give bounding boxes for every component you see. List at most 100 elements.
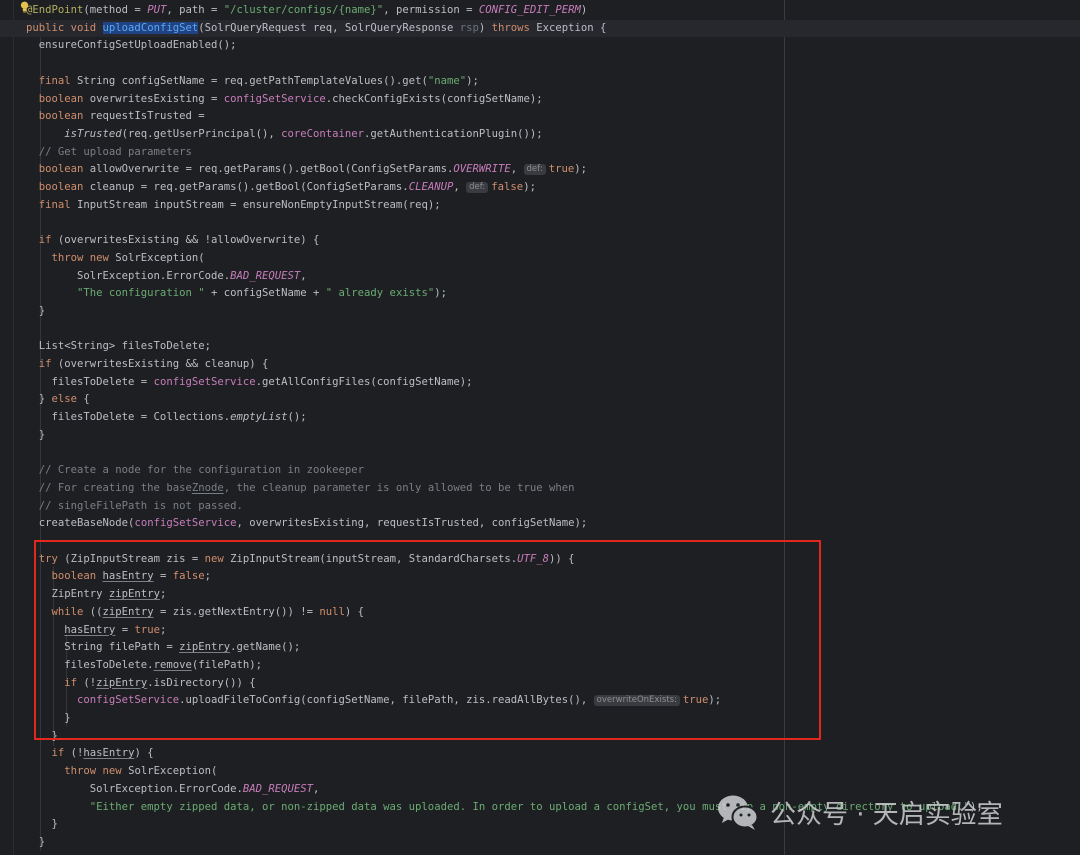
code-text: } [26, 728, 58, 746]
code-line[interactable]: try (ZipInputStream zis = new ZipInputSt… [0, 551, 1080, 569]
code-line[interactable]: isTrusted(req.getUserPrincipal(), coreCo… [0, 126, 1080, 144]
code-line[interactable]: } [0, 303, 1080, 321]
code-token: if [26, 747, 71, 760]
code-token: Exception { [536, 21, 607, 34]
code-token: + configSetName + [210, 287, 326, 300]
parameter-hint: def: [466, 182, 489, 193]
code-text: // Get upload parameters [26, 144, 192, 162]
code-line[interactable]: while ((zipEntry = zis.getNextEntry()) !… [0, 604, 1080, 622]
code-text: } [26, 303, 45, 321]
code-line[interactable]: } else { [0, 391, 1080, 409]
code-token: , overwritesExisting, requestIsTrusted, … [236, 517, 588, 530]
code-line[interactable] [0, 321, 1080, 339]
code-line[interactable]: } [0, 728, 1080, 746]
code-line[interactable]: public void uploadConfigSet(SolrQueryReq… [0, 19, 1080, 38]
code-line[interactable]: final InputStream inputStream = ensureNo… [0, 197, 1080, 215]
code-line[interactable]: // singleFilePath is not passed. [0, 498, 1080, 516]
code-line[interactable] [0, 214, 1080, 232]
code-token: " already exists" [325, 287, 435, 300]
code-line[interactable]: filesToDelete = Collections.emptyList(); [0, 409, 1080, 427]
code-text: throw new SolrException( [26, 763, 217, 781]
code-line[interactable] [0, 55, 1080, 73]
code-line[interactable]: // For creating the baseZnode, the clean… [0, 480, 1080, 498]
code-line[interactable]: hasEntry = true; [0, 622, 1080, 640]
code-line[interactable]: configSetService.uploadFileToConfig(conf… [0, 692, 1080, 710]
code-text: while ((zipEntry = zis.getNextEntry()) !… [26, 604, 365, 622]
code-token: ensureConfigSetUploadEnabled(); [26, 39, 237, 52]
code-line[interactable]: List<String> filesToDelete; [0, 338, 1080, 356]
code-line[interactable]: if (overwritesExisting && !allowOverwrit… [0, 232, 1080, 250]
code-line[interactable]: @EndPoint(method = PUT, path = "/cluster… [0, 2, 1080, 20]
code-token: final [26, 74, 78, 87]
code-line[interactable]: createBaseNode(configSetService, overwri… [0, 515, 1080, 533]
code-token: throw new [26, 251, 116, 264]
code-line[interactable]: boolean cleanup = req.getParams().getBoo… [0, 179, 1080, 197]
code-token: while [26, 605, 90, 618]
code-line[interactable]: "The configuration " + configSetName + "… [0, 285, 1080, 303]
code-line[interactable]: boolean allowOverwrite = req.getParams()… [0, 161, 1080, 179]
code-token: BAD_REQUEST [230, 269, 301, 282]
code-line[interactable]: filesToDelete.remove(filePath); [0, 657, 1080, 675]
code-token: boolean [26, 92, 90, 105]
code-text: SolrException.ErrorCode.BAD_REQUEST, [26, 781, 320, 799]
code-text: } [26, 834, 45, 852]
code-token: ZipEntry [26, 588, 109, 601]
code-text: isTrusted(req.getUserPrincipal(), coreCo… [26, 126, 542, 144]
code-token: else [51, 393, 84, 406]
code-token: hasEntry [102, 570, 154, 583]
code-token: } [26, 835, 46, 848]
code-token: ) { [344, 605, 365, 618]
code-token: configSetService [134, 517, 237, 530]
code-token: String filePath = [26, 641, 180, 654]
code-line[interactable]: } [0, 710, 1080, 728]
code-token: // Create a node for the configuration i… [26, 464, 365, 477]
code-token: .uploadFileToConfig(configSetName, fileP… [179, 694, 594, 707]
code-token: UTF_8 [517, 552, 550, 565]
code-editor[interactable]: @EndPoint(method = PUT, path = "/cluster… [0, 0, 1080, 855]
code-line[interactable]: if (!hasEntry) { [0, 745, 1080, 763]
code-line[interactable]: } [0, 427, 1080, 445]
code-line[interactable]: String filePath = zipEntry.getName(); [0, 639, 1080, 657]
code-text: public void uploadConfigSet(SolrQueryReq… [26, 20, 606, 38]
code-token: // For creating the base [26, 481, 192, 494]
code-line[interactable]: throw new SolrException( [0, 763, 1080, 781]
code-token: ); [708, 694, 722, 707]
code-line[interactable]: filesToDelete = configSetService.getAllC… [0, 374, 1080, 392]
code-token: zipEntry [102, 605, 154, 618]
code-line[interactable]: ZipEntry zipEntry; [0, 586, 1080, 604]
code-line[interactable]: SolrException.ErrorCode.BAD_REQUEST, [0, 268, 1080, 286]
code-line[interactable]: // Create a node for the configuration i… [0, 462, 1080, 480]
code-line[interactable]: throw new SolrException( [0, 250, 1080, 268]
code-token: .checkConfigExists(configSetName); [325, 92, 543, 105]
code-token: ; [159, 623, 167, 636]
code-line[interactable]: boolean hasEntry = false; [0, 568, 1080, 586]
code-token: null [319, 605, 345, 618]
code-line[interactable]: if (!zipEntry.isDirectory()) { [0, 675, 1080, 693]
code-token: configSetService [26, 694, 180, 707]
code-token: configSetService [223, 92, 326, 105]
code-token: PUT [147, 4, 167, 16]
code-text: } [26, 816, 58, 834]
code-token: , [313, 782, 320, 795]
code-line[interactable] [0, 445, 1080, 463]
code-line[interactable]: final String configSetName = req.getPath… [0, 73, 1080, 91]
code-token: (SolrQueryRequest req, SolrQueryResponse [198, 21, 460, 34]
code-token: boolean [26, 163, 90, 176]
code-line[interactable] [0, 533, 1080, 551]
code-token: filesToDelete. [26, 658, 154, 671]
code-line[interactable]: boolean requestIsTrusted = [0, 108, 1080, 126]
code-line[interactable]: if (overwritesExisting && cleanup) { [0, 356, 1080, 374]
code-token: coreContainer [281, 127, 365, 140]
code-line[interactable]: boolean overwritesExisting = configSetSe… [0, 91, 1080, 109]
code-token: , path = [166, 4, 224, 16]
code-line[interactable]: // Get upload parameters [0, 144, 1080, 162]
code-line[interactable]: } [0, 834, 1080, 852]
code-token: // Get upload parameters [26, 145, 192, 158]
code-text: try (ZipInputStream zis = new ZipInputSt… [26, 551, 575, 569]
code-token: allowOverwrite = req.getParams().getBool… [89, 163, 454, 176]
lightbulb-icon[interactable] [20, 1, 29, 13]
code-token: zipEntry [96, 676, 148, 689]
code-token: BAD_REQUEST [242, 782, 314, 795]
code-line[interactable]: ensureConfigSetUploadEnabled(); [0, 37, 1080, 55]
code-token: } [26, 428, 46, 441]
